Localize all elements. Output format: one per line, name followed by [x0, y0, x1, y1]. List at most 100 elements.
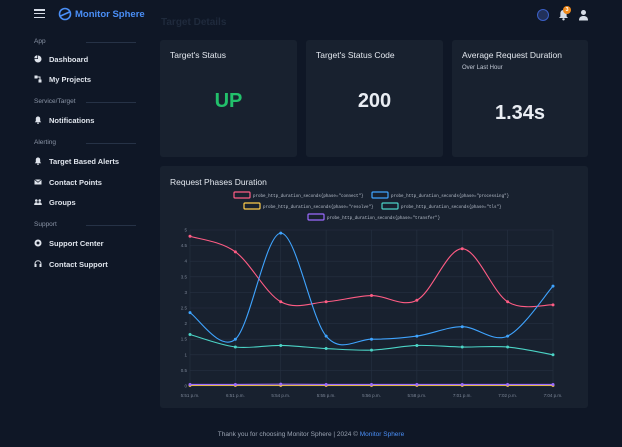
sidebar-item-groups[interactable]: Groups	[34, 195, 76, 209]
sidebar-item-contact-points[interactable]: Contact Points	[34, 175, 102, 189]
data-point	[506, 334, 510, 338]
data-point	[279, 382, 283, 386]
data-point	[415, 334, 419, 338]
data-point	[324, 300, 328, 304]
language-globe-icon[interactable]	[537, 9, 549, 21]
data-point	[324, 334, 328, 338]
data-point	[279, 343, 283, 347]
y-tick-label: 2.5	[181, 306, 188, 311]
section-label-support: Support	[34, 221, 57, 228]
sidebar-item-label: Support Center	[49, 238, 104, 248]
y-tick-label: 3.5	[181, 274, 188, 279]
y-tick-label: 5	[184, 228, 187, 233]
menu-icon[interactable]	[34, 9, 45, 19]
avg-duration-value: 1.34s	[494, 102, 546, 124]
sidebar-item-contact-support[interactable]: Contact Support	[34, 257, 108, 271]
x-tick-label: 6:51 p.m.	[226, 393, 245, 398]
legend-label: probe_http_duration_seconds{phase="tls"}	[401, 205, 502, 210]
data-point	[415, 343, 419, 347]
data-point	[370, 348, 373, 352]
data-point	[506, 382, 510, 386]
data-point	[415, 382, 419, 386]
avg-duration-card-subtitle: Over Last Hour	[462, 65, 503, 71]
status-code-value: 200	[357, 90, 392, 112]
data-point	[324, 382, 328, 386]
headset-icon	[34, 260, 42, 267]
data-point	[279, 231, 283, 235]
user-avatar-icon[interactable]	[578, 9, 589, 21]
projects-icon	[34, 75, 42, 83]
sidebar-item-label: Contact Points	[49, 177, 102, 187]
sidebar-item-support-center[interactable]: Support Center	[34, 236, 104, 250]
bell-icon	[34, 116, 42, 124]
data-point	[188, 333, 192, 337]
request-phases-chart-card: Request Phases Duration 0 0.5 1 1.5 2 2.5 3 3.5…	[160, 166, 588, 408]
y-tick-label: 4.5	[181, 243, 188, 248]
data-point	[460, 325, 464, 329]
data-point	[460, 247, 464, 251]
data-point	[233, 382, 237, 386]
legend-swatch	[233, 191, 251, 199]
status-value: UP	[214, 90, 243, 112]
data-point	[506, 345, 510, 349]
legend-swatch	[307, 213, 325, 221]
y-tick-label: 0.5	[181, 368, 188, 373]
legend-label: probe_http_duration_seconds{phase="resol…	[263, 205, 374, 210]
sidebar-item-target-based-alerts[interactable]: Target Based Alerts	[34, 154, 119, 168]
x-tick-label: 5:58 p.m.	[407, 393, 426, 398]
data-point	[370, 337, 373, 341]
notification-count-badge: 3	[563, 6, 571, 14]
data-point	[415, 298, 419, 302]
data-point	[279, 300, 283, 304]
data-point	[370, 382, 373, 386]
status-card: Target's Status UP	[160, 40, 297, 157]
y-tick-label: 1	[184, 352, 187, 357]
data-point	[460, 382, 464, 386]
brand-logo-icon	[58, 7, 72, 21]
x-tick-label: 5:54 p.m.	[271, 393, 290, 398]
sidebar-item-label: My Projects	[49, 74, 92, 84]
section-divider	[86, 143, 136, 144]
brand-name: Monitor Sphere	[75, 8, 145, 20]
data-point	[551, 382, 555, 386]
data-point	[324, 347, 328, 351]
data-point	[188, 234, 192, 238]
sidebar-item-label: Notifications	[49, 115, 95, 125]
data-point	[188, 311, 192, 315]
sidebar-item-my-projects[interactable]: My Projects	[34, 72, 91, 86]
data-point	[551, 284, 555, 288]
sidebar-item-label: Dashboard	[49, 54, 89, 64]
legend-label: probe_http_duration_seconds{phase="conne…	[253, 194, 364, 199]
avg-duration-card: Average Request Duration Over Last Hour …	[452, 40, 588, 157]
section-label-service-target: Service/Target	[34, 98, 76, 105]
legend-swatch	[381, 202, 399, 210]
status-card-title: Target's Status	[170, 50, 226, 60]
x-tick-label: 5:56 p.m.	[362, 393, 381, 398]
sidebar-item-dashboard[interactable]: Dashboard	[34, 52, 88, 66]
data-point	[460, 345, 464, 349]
footer: Thank you for choosing Monitor Sphere | …	[0, 431, 622, 438]
sidebar-item-label: Groups	[49, 197, 76, 207]
data-point	[551, 353, 555, 357]
alert-bell-icon	[34, 157, 42, 165]
y-tick-label: 4	[184, 259, 187, 264]
section-label-app: App	[34, 38, 46, 45]
x-tick-label: 7:01 p.m.	[453, 393, 472, 398]
data-point	[233, 345, 237, 349]
brand[interactable]: Monitor Sphere	[58, 7, 145, 21]
section-divider	[86, 42, 136, 43]
mail-icon	[34, 179, 42, 185]
support-icon	[34, 239, 42, 247]
footer-text: Thank you for choosing Monitor Sphere | …	[217, 431, 360, 438]
request-phases-chart: 0 0.5 1 1.5 2 2.5 3 3.5 4 4.5 5 5:51 p.m. 6:51 p.m. 5…	[181, 191, 562, 398]
y-tick-label: 1.5	[181, 337, 188, 342]
x-tick-label: 5:55 p.m.	[317, 393, 336, 398]
sidebar-item-notifications[interactable]: Notifications	[34, 113, 94, 127]
legend-label: probe_http_duration_seconds{phase="trans…	[327, 216, 441, 221]
y-tick-label: 0	[184, 384, 187, 389]
x-tick-label: 5:51 p.m.	[181, 393, 200, 398]
data-point	[506, 300, 510, 304]
legend-swatch	[243, 202, 261, 210]
footer-link[interactable]: Monitor Sphere	[360, 431, 404, 438]
pie-chart-icon	[34, 55, 42, 63]
